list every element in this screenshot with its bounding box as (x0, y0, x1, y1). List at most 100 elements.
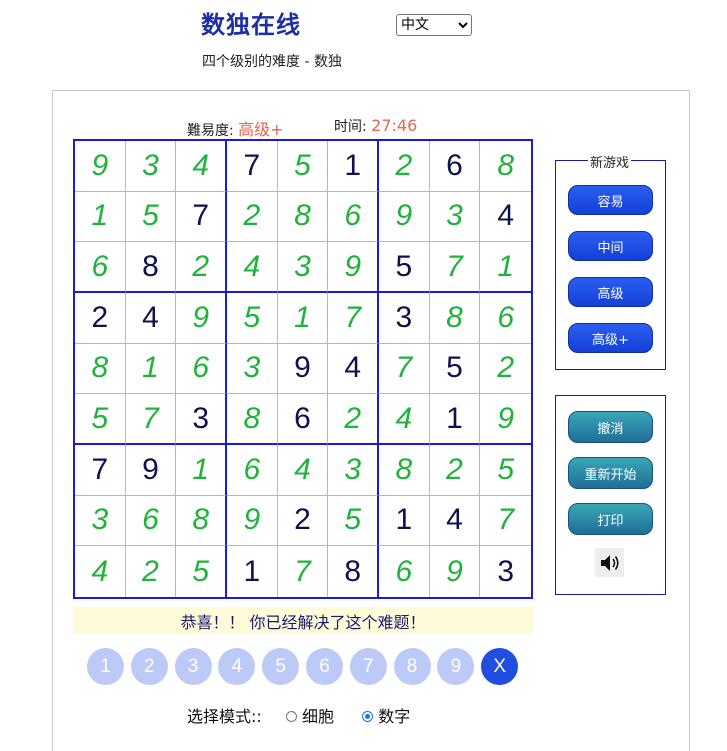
sudoku-cell[interactable]: 8 (176, 495, 227, 547)
sudoku-cell[interactable]: 5 (379, 242, 430, 293)
sudoku-cell[interactable]: 8 (277, 191, 329, 243)
sudoku-cell[interactable]: 8 (227, 394, 278, 445)
sudoku-cell[interactable]: 9 (328, 242, 379, 293)
sudoku-cell[interactable]: 9 (430, 546, 481, 597)
sudoku-cell[interactable]: 1 (277, 293, 329, 344)
sudoku-cell[interactable]: 1 (75, 191, 126, 243)
new-game-hard-button[interactable]: 高级 (568, 277, 653, 307)
sudoku-cell[interactable]: 9 (227, 495, 278, 547)
sudoku-cell[interactable]: 7 (379, 343, 430, 395)
sudoku-cell[interactable]: 2 (429, 445, 481, 496)
language-select[interactable]: 中文 (396, 14, 472, 36)
sudoku-cell[interactable]: 5 (277, 141, 329, 192)
sudoku-cell[interactable]: 2 (176, 242, 227, 293)
sudoku-cell[interactable]: 4 (227, 242, 278, 293)
sudoku-cell[interactable]: 4 (328, 343, 379, 395)
new-game-medium-button[interactable]: 中间 (568, 231, 653, 261)
sudoku-cell[interactable]: 4 (176, 141, 227, 192)
sudoku-cell[interactable]: 4 (125, 293, 177, 344)
sudoku-cell[interactable]: 1 (480, 242, 531, 293)
mode-cell-radio[interactable] (285, 710, 297, 722)
sudoku-cell[interactable]: 1 (379, 495, 430, 547)
sudoku-cell[interactable]: 5 (75, 394, 126, 445)
number-pad-button[interactable]: 2 (130, 648, 168, 685)
sudoku-cell[interactable]: 9 (75, 141, 126, 192)
sudoku-cell[interactable]: 1 (227, 546, 278, 597)
sudoku-cell[interactable]: 3 (227, 343, 278, 395)
sudoku-cell[interactable]: 7 (176, 191, 227, 243)
sudoku-cell[interactable]: 5 (480, 445, 531, 496)
sudoku-cell[interactable]: 7 (278, 546, 329, 597)
restart-button[interactable]: 重新开始 (568, 457, 653, 489)
sudoku-cell[interactable]: 6 (328, 191, 379, 243)
sudoku-cell[interactable]: 8 (328, 546, 379, 597)
number-pad-button[interactable]: 6 (306, 648, 343, 685)
sudoku-cell[interactable]: 7 (480, 496, 531, 547)
sudoku-cell[interactable]: 1 (176, 445, 227, 496)
sudoku-cell[interactable]: 8 (429, 293, 481, 344)
sudoku-cell[interactable]: 6 (379, 546, 430, 597)
sudoku-cell[interactable]: 4 (429, 495, 481, 547)
sound-toggle-button[interactable] (595, 548, 624, 577)
sudoku-cell[interactable]: 6 (176, 343, 227, 395)
sudoku-cell[interactable]: 3 (429, 191, 481, 243)
sudoku-cell[interactable]: 2 (126, 546, 177, 597)
sudoku-cell[interactable]: 2 (75, 293, 126, 344)
sudoku-cell[interactable]: 6 (125, 495, 177, 547)
sudoku-cell[interactable]: 5 (176, 546, 227, 597)
sudoku-cell[interactable]: 2 (379, 141, 430, 192)
sudoku-cell[interactable]: 2 (227, 191, 278, 243)
mode-number-radio[interactable] (362, 710, 374, 722)
new-game-easy-button[interactable]: 容易 (568, 185, 653, 215)
sudoku-cell[interactable]: 4 (480, 192, 531, 243)
sudoku-cell[interactable]: 3 (328, 445, 379, 496)
sudoku-cell[interactable]: 7 (125, 394, 177, 445)
sudoku-cell[interactable]: 7 (429, 242, 481, 293)
sudoku-cell[interactable]: 5 (328, 495, 379, 547)
sudoku-cell[interactable]: 1 (328, 141, 379, 192)
sudoku-cell[interactable]: 2 (328, 394, 379, 445)
number-pad-button[interactable]: 5 (262, 648, 300, 685)
sudoku-cell[interactable]: 9 (125, 445, 177, 496)
sudoku-cell[interactable]: 2 (277, 495, 329, 547)
sudoku-cell[interactable]: 8 (125, 242, 177, 293)
sudoku-cell[interactable]: 6 (429, 141, 481, 192)
sudoku-cell[interactable]: 3 (176, 394, 227, 445)
sudoku-cell[interactable]: 6 (75, 242, 126, 293)
number-pad-button[interactable]: 1 (87, 648, 124, 685)
sudoku-cell[interactable]: 6 (227, 445, 278, 496)
sudoku-cell[interactable]: 9 (379, 191, 430, 243)
erase-button[interactable]: X (481, 648, 519, 685)
sudoku-cell[interactable]: 4 (379, 394, 430, 445)
sudoku-cell[interactable]: 3 (125, 141, 177, 192)
print-button[interactable]: 打印 (568, 503, 653, 535)
number-pad-button[interactable]: 8 (393, 648, 431, 685)
sudoku-cell[interactable]: 3 (277, 242, 329, 293)
sudoku-cell[interactable]: 4 (75, 546, 126, 597)
number-pad-button[interactable]: 7 (349, 648, 387, 685)
number-pad-button[interactable]: 3 (174, 648, 212, 685)
mode-cell-label[interactable]: 细胞 (302, 707, 334, 726)
sudoku-cell[interactable]: 7 (227, 141, 278, 192)
undo-button[interactable]: 撤消 (568, 411, 653, 443)
sudoku-cell[interactable]: 1 (125, 343, 177, 395)
sudoku-cell[interactable]: 9 (277, 343, 329, 395)
sudoku-cell[interactable]: 6 (277, 394, 329, 445)
sudoku-cell[interactable]: 9 (176, 293, 227, 344)
sudoku-cell[interactable]: 6 (480, 293, 531, 344)
sudoku-cell[interactable]: 7 (75, 445, 126, 496)
sudoku-cell[interactable]: 3 (480, 546, 531, 597)
sudoku-cell[interactable]: 2 (480, 344, 531, 395)
sudoku-cell[interactable]: 5 (125, 191, 177, 243)
new-game-expert-button[interactable]: 高级+ (568, 323, 653, 353)
sudoku-cell[interactable]: 5 (227, 293, 278, 344)
sudoku-cell[interactable]: 4 (277, 445, 329, 496)
sudoku-cell[interactable]: 9 (480, 394, 531, 445)
sudoku-cell[interactable]: 3 (75, 495, 126, 547)
sudoku-cell[interactable]: 7 (328, 293, 379, 344)
sudoku-cell[interactable]: 5 (429, 343, 481, 395)
sudoku-cell[interactable]: 1 (429, 394, 481, 445)
sudoku-cell[interactable]: 8 (480, 141, 531, 192)
mode-number-label[interactable]: 数字 (378, 707, 410, 726)
sudoku-cell[interactable]: 8 (379, 445, 430, 496)
